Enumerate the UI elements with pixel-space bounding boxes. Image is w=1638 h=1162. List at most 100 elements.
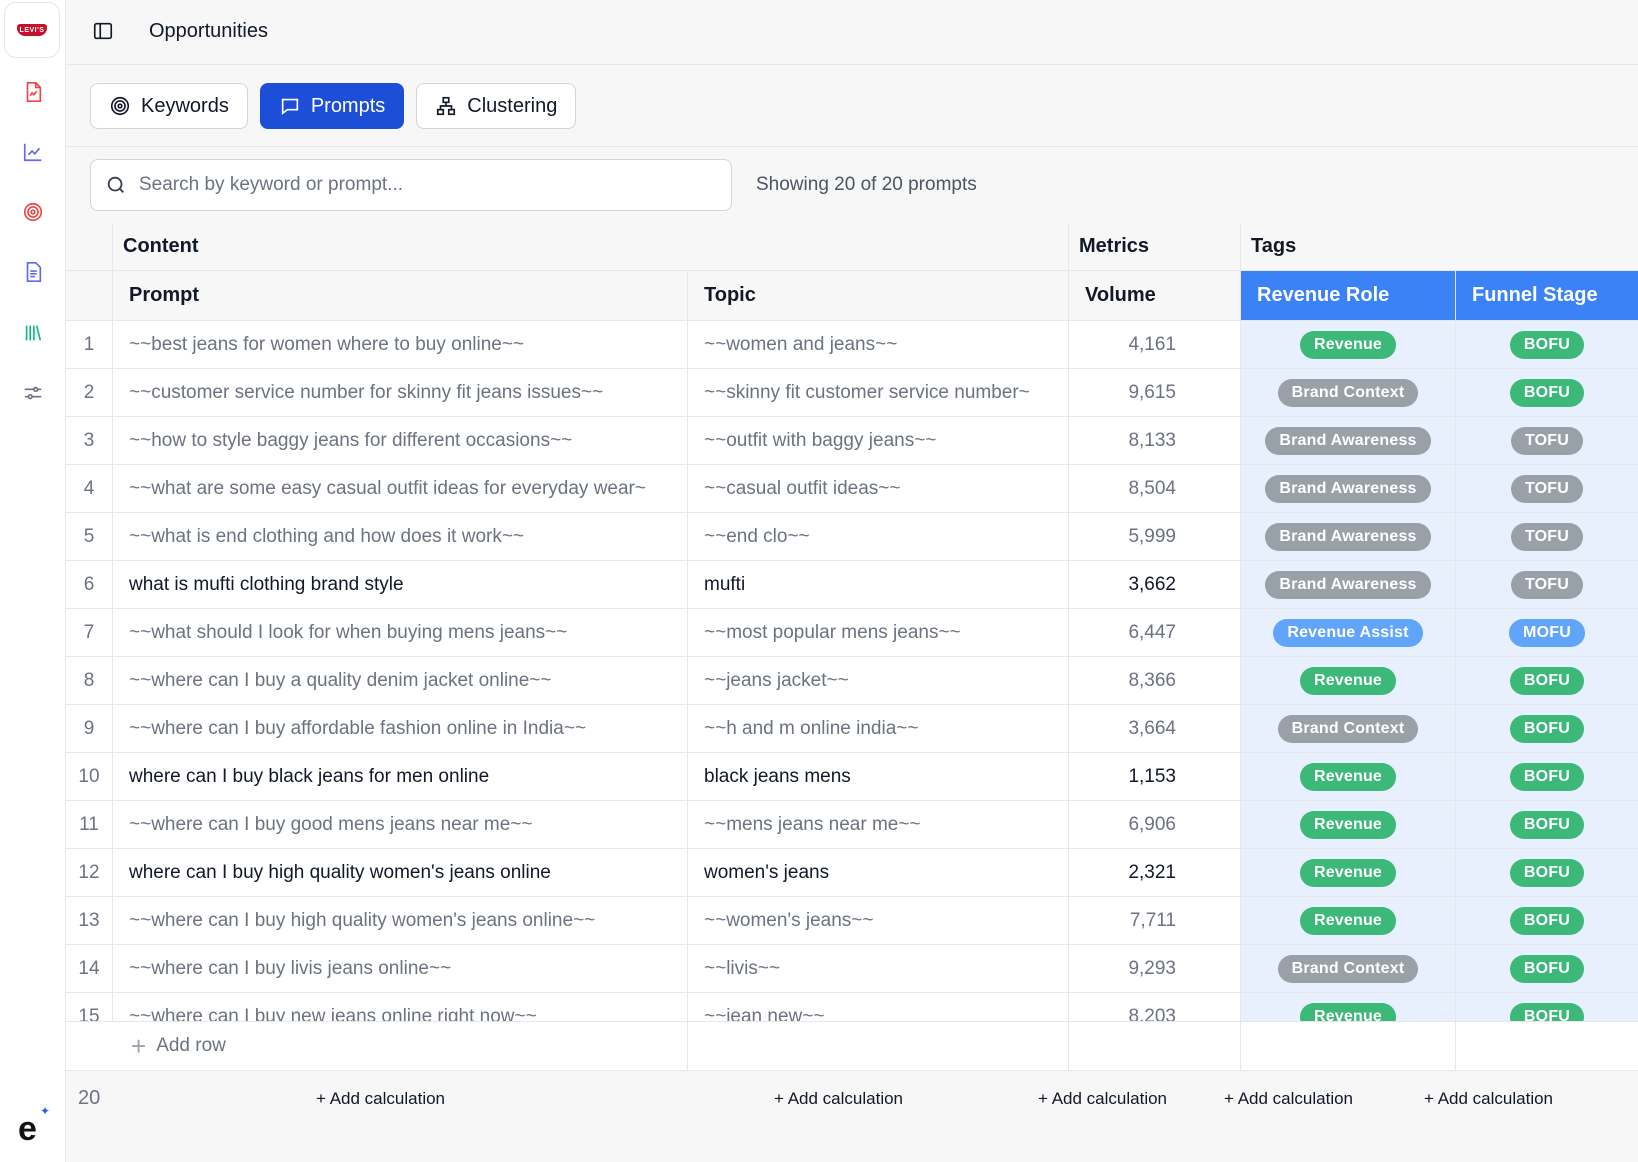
volume-cell[interactable]: 6,906 [1069, 801, 1241, 848]
table-row[interactable]: 15 ~~where can I buy new jeans online rig… [66, 993, 1638, 1021]
revenue-role-cell[interactable]: Revenue [1241, 993, 1456, 1021]
funnel-stage-cell[interactable]: BOFU [1456, 705, 1638, 752]
funnel-stage-cell[interactable]: BOFU [1456, 657, 1638, 704]
brand-mark-icon[interactable]: e ✦ [18, 1104, 50, 1149]
table-row[interactable]: 3 ~~how to style baggy jeans for differen… [66, 417, 1638, 465]
topic-cell[interactable]: ~~women's jeans~~ [688, 897, 1069, 944]
prompt-cell[interactable]: ~~what are some easy casual outfit ideas… [113, 465, 688, 512]
add-calculation-revenue-role[interactable]: + Add calculation [1224, 1089, 1353, 1109]
topic-cell[interactable]: ~~jean new~~ [688, 993, 1069, 1021]
funnel-stage-cell[interactable]: BOFU [1456, 321, 1638, 368]
table-row[interactable]: 1 ~~best jeans for women where to buy onl… [66, 321, 1638, 369]
prompt-cell[interactable]: ~~what is end clothing and how does it w… [113, 513, 688, 560]
funnel-stage-cell[interactable]: MOFU [1456, 609, 1638, 656]
table-row[interactable]: 8 ~~where can I buy a quality denim jacke… [66, 657, 1638, 705]
topic-cell[interactable]: ~~casual outfit ideas~~ [688, 465, 1069, 512]
tab-clustering[interactable]: Clustering [416, 83, 577, 129]
prompt-cell[interactable]: ~~best jeans for women where to buy onli… [113, 321, 688, 368]
table-row[interactable]: 13 ~~where can I buy high quality women's… [66, 897, 1638, 945]
column-volume[interactable]: Volume [1069, 271, 1241, 320]
funnel-stage-cell[interactable]: TOFU [1456, 417, 1638, 464]
target-icon[interactable] [22, 201, 44, 223]
revenue-role-cell[interactable]: Revenue [1241, 321, 1456, 368]
topic-cell[interactable]: black jeans mens [688, 753, 1069, 800]
volume-cell[interactable]: 5,999 [1069, 513, 1241, 560]
revenue-role-cell[interactable]: Revenue [1241, 849, 1456, 896]
report-icon[interactable] [22, 81, 44, 103]
add-calculation-topic[interactable]: + Add calculation [774, 1089, 903, 1109]
chart-line-icon[interactable] [22, 141, 44, 163]
prompt-cell[interactable]: what is mufti clothing brand style [113, 561, 688, 608]
add-row-button[interactable]: + Add row [113, 1022, 688, 1070]
column-revenue-role[interactable]: Revenue Role [1241, 271, 1456, 320]
revenue-role-cell[interactable]: Revenue [1241, 753, 1456, 800]
volume-cell[interactable]: 7,711 [1069, 897, 1241, 944]
library-icon[interactable] [22, 322, 44, 344]
revenue-role-cell[interactable]: Revenue Assist [1241, 609, 1456, 656]
brand-logo[interactable]: LEVI'S [4, 2, 60, 58]
table-row[interactable]: 10 where can I buy black jeans for men on… [66, 753, 1638, 801]
prompt-cell[interactable]: where can I buy high quality women's jea… [113, 849, 688, 896]
revenue-role-cell[interactable]: Brand Context [1241, 945, 1456, 992]
topic-cell[interactable]: ~~livis~~ [688, 945, 1069, 992]
topic-cell[interactable]: women's jeans [688, 849, 1069, 896]
revenue-role-cell[interactable]: Brand Awareness [1241, 465, 1456, 512]
group-tags[interactable]: Tags [1241, 223, 1638, 270]
funnel-stage-cell[interactable]: BOFU [1456, 897, 1638, 944]
prompt-cell[interactable]: ~~how to style baggy jeans for different… [113, 417, 688, 464]
search-input[interactable] [139, 174, 699, 196]
add-calculation-prompt[interactable]: + Add calculation [316, 1089, 445, 1109]
table-row[interactable]: 9 ~~where can I buy affordable fashion on… [66, 705, 1638, 753]
add-calculation-funnel-stage[interactable]: + Add calculation [1424, 1089, 1553, 1109]
prompt-cell[interactable]: ~~where can I buy a quality denim jacket… [113, 657, 688, 704]
table-row[interactable]: 7 ~~what should I look for when buying me… [66, 609, 1638, 657]
volume-cell[interactable]: 4,161 [1069, 321, 1241, 368]
funnel-stage-cell[interactable]: BOFU [1456, 801, 1638, 848]
column-prompt[interactable]: Prompt [113, 271, 688, 320]
prompt-cell[interactable]: ~~where can I buy high quality women's j… [113, 897, 688, 944]
prompt-cell[interactable]: ~~where can I buy new jeans online right… [113, 993, 688, 1021]
document-icon[interactable] [22, 261, 44, 283]
volume-cell[interactable]: 9,615 [1069, 369, 1241, 416]
table-row[interactable]: 2 ~~customer service number for skinny fi… [66, 369, 1638, 417]
search-box[interactable] [90, 159, 732, 211]
revenue-role-cell[interactable]: Brand Awareness [1241, 417, 1456, 464]
table-row[interactable]: 6 what is mufti clothing brand style mufti… [66, 561, 1638, 609]
volume-cell[interactable]: 8,504 [1069, 465, 1241, 512]
table-row[interactable]: 4 ~~what are some easy casual outfit idea… [66, 465, 1638, 513]
topic-cell[interactable]: ~~most popular mens jeans~~ [688, 609, 1069, 656]
volume-cell[interactable]: 9,293 [1069, 945, 1241, 992]
prompt-cell[interactable]: ~~where can I buy affordable fashion onl… [113, 705, 688, 752]
topic-cell[interactable]: ~~outfit with baggy jeans~~ [688, 417, 1069, 464]
funnel-stage-cell[interactable]: TOFU [1456, 465, 1638, 512]
prompt-cell[interactable]: where can I buy black jeans for men onli… [113, 753, 688, 800]
volume-cell[interactable]: 8,366 [1069, 657, 1241, 704]
revenue-role-cell[interactable]: Brand Awareness [1241, 513, 1456, 560]
volume-cell[interactable]: 8,203 [1069, 993, 1241, 1021]
table-row[interactable]: 5 ~~what is end clothing and how does it … [66, 513, 1638, 561]
column-funnel-stage[interactable]: Funnel Stage [1456, 271, 1638, 320]
tab-prompts[interactable]: Prompts [259, 83, 405, 129]
revenue-role-cell[interactable]: Revenue [1241, 657, 1456, 704]
table-row[interactable]: 12 where can I buy high quality women's j… [66, 849, 1638, 897]
prompt-cell[interactable]: ~~where can I buy livis jeans online~~ [113, 945, 688, 992]
volume-cell[interactable]: 1,153 [1069, 753, 1241, 800]
sidebar-toggle-icon[interactable] [92, 20, 114, 42]
volume-cell[interactable]: 3,662 [1069, 561, 1241, 608]
volume-cell[interactable]: 8,133 [1069, 417, 1241, 464]
topic-cell[interactable]: ~~h and m online india~~ [688, 705, 1069, 752]
topic-cell[interactable]: mufti [688, 561, 1069, 608]
funnel-stage-cell[interactable]: TOFU [1456, 513, 1638, 560]
add-calculation-volume[interactable]: + Add calculation [1038, 1089, 1167, 1109]
funnel-stage-cell[interactable]: BOFU [1456, 993, 1638, 1021]
funnel-stage-cell[interactable]: BOFU [1456, 945, 1638, 992]
volume-cell[interactable]: 6,447 [1069, 609, 1241, 656]
tab-keywords[interactable]: Keywords [90, 83, 248, 129]
table-row[interactable]: 11 ~~where can I buy good mens jeans near… [66, 801, 1638, 849]
prompt-cell[interactable]: ~~customer service number for skinny fit… [113, 369, 688, 416]
revenue-role-cell[interactable]: Brand Context [1241, 369, 1456, 416]
column-topic[interactable]: Topic [688, 271, 1069, 320]
table-row[interactable]: 14 ~~where can I buy livis jeans online~~… [66, 945, 1638, 993]
group-content[interactable]: Content [113, 223, 1069, 270]
prompt-cell[interactable]: ~~where can I buy good mens jeans near m… [113, 801, 688, 848]
